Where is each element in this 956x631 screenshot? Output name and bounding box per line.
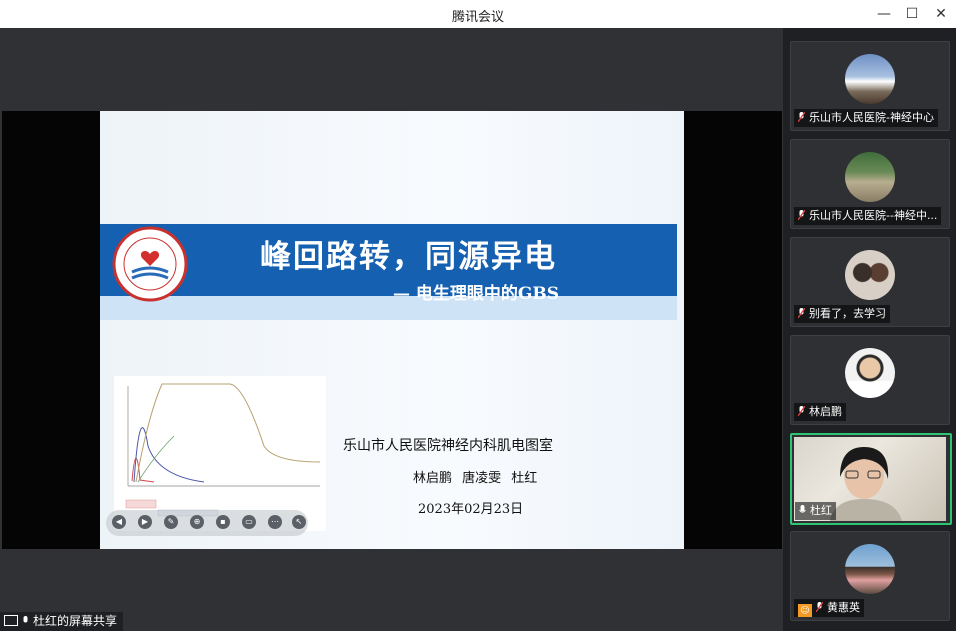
share-area: 峰回路转，同源异电 — 电生理眼中的GBS ◀ ▶ ✎ ⊕ ▪ ▭ ⋯ ↖ 乐山…: [0, 28, 783, 631]
minimize-button[interactable]: —: [873, 4, 895, 24]
participant-name: 林启鹏: [809, 405, 842, 418]
slide-subtitle: — 电生理眼中的GBS: [393, 284, 560, 304]
mic-muted-icon: [816, 602, 823, 612]
mic-muted-icon: [798, 112, 805, 122]
slide-date: 2023年02月23日: [418, 502, 524, 517]
participant-name: 黄惠英: [827, 601, 860, 614]
participant-tile[interactable]: 林启鹏: [790, 335, 950, 425]
stairs-avatar: [845, 152, 895, 202]
close-button[interactable]: ✕: [930, 4, 952, 24]
slide-title: 峰回路转，同源异电: [260, 239, 557, 275]
pointer-icon[interactable]: ↖: [292, 515, 306, 529]
subtitle-icon[interactable]: ▭: [242, 515, 256, 529]
participant-name-bar: 乐山市人民医院--神经中...: [794, 207, 942, 225]
participant-name: 别看了，去学习: [809, 307, 886, 320]
slide-organization: 乐山市人民医院神经内科肌电图室: [343, 438, 553, 454]
participant-name: 乐山市人民医院-神经中心: [809, 111, 934, 124]
window-title: 腾讯会议: [451, 10, 504, 25]
participant-name-bar: 杜红: [795, 502, 836, 520]
participant-name-bar: 林启鹏: [794, 403, 846, 421]
hospital-logo: [112, 226, 188, 302]
participant-name-bar: 别看了，去学习: [794, 305, 890, 323]
maximize-button[interactable]: ☐: [901, 4, 923, 24]
mic-icon: [799, 505, 806, 513]
shared-screen: 峰回路转，同源异电 — 电生理眼中的GBS ◀ ▶ ✎ ⊕ ▪ ▭ ⋯ ↖ 乐山…: [2, 111, 782, 549]
video-icon[interactable]: ▪: [216, 515, 230, 529]
next-slide-icon[interactable]: ▶: [138, 515, 152, 529]
title-bar: 腾讯会议 — ☐ ✕: [0, 0, 956, 28]
participant-name: 杜红: [810, 504, 832, 517]
participant-tile[interactable]: ☺ 黄惠英: [790, 531, 950, 621]
mic-icon: [23, 616, 28, 623]
participant-name-bar: 乐山市人民医院-神经中心: [794, 109, 938, 127]
cartoon-avatar: [845, 250, 895, 300]
host-icon: ☺: [798, 604, 812, 617]
participant-name-bar: ☺ 黄惠英: [794, 599, 864, 617]
photo-avatar: [845, 544, 895, 594]
screen-share-owner: 杜红的屏幕共享: [33, 614, 118, 628]
participant-name: 乐山市人民医院--神经中...: [809, 209, 938, 222]
mic-muted-icon: [798, 210, 805, 220]
slide-toolbar[interactable]: ◀ ▶ ✎ ⊕ ▪ ▭ ⋯ ↖: [106, 510, 308, 536]
participant-tile[interactable]: 别看了，去学习: [790, 237, 950, 327]
more-icon[interactable]: ⋯: [268, 515, 282, 529]
participant-tile-active[interactable]: 杜红: [790, 433, 952, 525]
previous-slide-icon[interactable]: ◀: [112, 515, 126, 529]
pen-icon[interactable]: ✎: [164, 515, 178, 529]
participant-tile[interactable]: 乐山市人民医院--神经中...: [790, 139, 950, 229]
participant-panel: 乐山市人民医院-神经中心 乐山市人民医院--神经中... 别看了，去学习 林启鹏: [783, 28, 956, 631]
mic-muted-icon: [798, 406, 805, 416]
zoom-icon[interactable]: ⊕: [190, 515, 204, 529]
mic-muted-icon: [798, 308, 805, 318]
slide-figure: [114, 376, 326, 531]
screen-share-label: 杜红的屏幕共享: [0, 612, 124, 631]
participant-tile[interactable]: 乐山市人民医院-神经中心: [790, 41, 950, 131]
man-avatar: [845, 348, 895, 398]
slide-authors: 林启鹏 唐凌雯 杜红: [413, 471, 538, 486]
presentation-slide: 峰回路转，同源异电 — 电生理眼中的GBS ◀ ▶ ✎ ⊕ ▪ ▭ ⋯ ↖ 乐山…: [100, 111, 684, 549]
mountain-avatar: [845, 54, 895, 104]
screen-share-icon: [4, 615, 18, 626]
